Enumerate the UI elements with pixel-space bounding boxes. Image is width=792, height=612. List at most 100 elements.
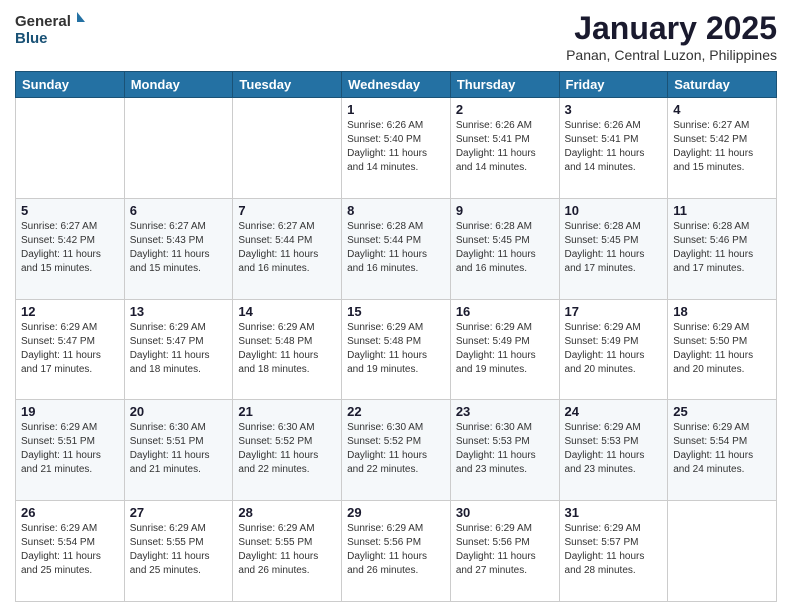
- day-cell-20: 20Sunrise: 6:30 AMSunset: 5:51 PMDayligh…: [124, 400, 233, 501]
- svg-text:Blue: Blue: [15, 30, 48, 47]
- col-header-sunday: Sunday: [16, 72, 125, 98]
- day-cell-15: 15 Sunrise: 6:29 AMSunset: 5:48 PMDayligh…: [342, 299, 451, 400]
- day-number-30: 30: [456, 505, 554, 520]
- day-cell-27: 27Sunrise: 6:29 AMSunset: 5:55 PMDayligh…: [124, 501, 233, 602]
- day-cell-26: 26 Sunrise: 6:29 AMSunset: 5:54 PMDayligh…: [16, 501, 125, 602]
- day-cell-5: 5Sunrise: 6:27 AMSunset: 5:42 PMDaylight…: [16, 198, 125, 299]
- day-cell-16: 16 Sunrise: 6:29 AMSunset: 5:49 PMDayligh…: [450, 299, 559, 400]
- day-cell-8: 8Sunrise: 6:28 AMSunset: 5:44 PMDaylight…: [342, 198, 451, 299]
- day-cell-10: 10 Sunrise: 6:28 AMSunset: 5:45 PMDayligh…: [559, 198, 668, 299]
- day-info-5: Sunrise: 6:27 AMSunset: 5:42 PMDaylight:…: [21, 220, 119, 276]
- empty-cell-w0-d2: [233, 98, 342, 199]
- day-cell-21: 21Sunrise: 6:30 AMSunset: 5:52 PMDayligh…: [233, 400, 342, 501]
- day-cell-6: 6 Sunrise: 6:27 AMSunset: 5:43 PMDaylight…: [124, 198, 233, 299]
- logo: General Blue: [15, 10, 85, 48]
- day-cell-12: 12Sunrise: 6:29 AMSunset: 5:47 PMDayligh…: [16, 299, 125, 400]
- svg-text:General: General: [15, 13, 71, 30]
- day-info-17: Sunrise: 6:29 AMSunset: 5:49 PMDaylight:…: [565, 321, 663, 377]
- day-number-15: 15: [347, 304, 445, 319]
- day-number-1: 1: [347, 102, 445, 117]
- day-cell-1: 1 Sunrise: 6:26 AMSunset: 5:40 PMDaylight…: [342, 98, 451, 199]
- col-header-tuesday: Tuesday: [233, 72, 342, 98]
- day-number-25: 25: [673, 404, 771, 419]
- day-info-14: Sunrise: 6:29 AMSunset: 5:48 PMDaylight:…: [238, 321, 336, 377]
- day-number-2: 2: [456, 102, 554, 117]
- day-info-30: Sunrise: 6:29 AMSunset: 5:56 PMDaylight:…: [456, 522, 554, 578]
- day-number-31: 31: [565, 505, 663, 520]
- header: General Blue January 2025 Panan, Central…: [15, 10, 777, 63]
- page: General Blue January 2025 Panan, Central…: [0, 0, 792, 612]
- day-info-4: Sunrise: 6:27 AMSunset: 5:42 PMDaylight:…: [673, 119, 771, 175]
- day-number-7: 7: [238, 203, 336, 218]
- day-info-23: Sunrise: 6:30 AMSunset: 5:53 PMDaylight:…: [456, 421, 554, 477]
- title-block: January 2025 Panan, Central Luzon, Phili…: [566, 10, 777, 63]
- day-cell-25: 25 Sunrise: 6:29 AMSunset: 5:54 PMDayligh…: [668, 400, 777, 501]
- day-info-24: Sunrise: 6:29 AMSunset: 5:53 PMDaylight:…: [565, 421, 663, 477]
- day-info-15: Sunrise: 6:29 AMSunset: 5:48 PMDaylight:…: [347, 321, 445, 377]
- col-header-wednesday: Wednesday: [342, 72, 451, 98]
- day-number-28: 28: [238, 505, 336, 520]
- day-info-10: Sunrise: 6:28 AMSunset: 5:45 PMDaylight:…: [565, 220, 663, 276]
- day-cell-18: 18 Sunrise: 6:29 AMSunset: 5:50 PMDayligh…: [668, 299, 777, 400]
- day-cell-24: 24 Sunrise: 6:29 AMSunset: 5:53 PMDayligh…: [559, 400, 668, 501]
- empty-cell-w0-d0: [16, 98, 125, 199]
- day-number-11: 11: [673, 203, 771, 218]
- day-info-18: Sunrise: 6:29 AMSunset: 5:50 PMDaylight:…: [673, 321, 771, 377]
- day-number-22: 22: [347, 404, 445, 419]
- day-info-26: Sunrise: 6:29 AMSunset: 5:54 PMDaylight:…: [21, 522, 119, 578]
- day-info-19: Sunrise: 6:29 AMSunset: 5:51 PMDaylight:…: [21, 421, 119, 477]
- day-info-1: Sunrise: 6:26 AMSunset: 5:40 PMDaylight:…: [347, 119, 445, 175]
- day-number-6: 6: [130, 203, 228, 218]
- day-number-8: 8: [347, 203, 445, 218]
- day-cell-28: 28 Sunrise: 6:29 AMSunset: 5:55 PMDayligh…: [233, 501, 342, 602]
- day-number-16: 16: [456, 304, 554, 319]
- day-info-3: Sunrise: 6:26 AMSunset: 5:41 PMDaylight:…: [565, 119, 663, 175]
- day-cell-9: 9Sunrise: 6:28 AMSunset: 5:45 PMDaylight…: [450, 198, 559, 299]
- day-cell-30: 30 Sunrise: 6:29 AMSunset: 5:56 PMDayligh…: [450, 501, 559, 602]
- day-cell-13: 13 Sunrise: 6:29 AMSunset: 5:47 PMDayligh…: [124, 299, 233, 400]
- day-number-26: 26: [21, 505, 119, 520]
- day-info-11: Sunrise: 6:28 AMSunset: 5:46 PMDaylight:…: [673, 220, 771, 276]
- day-number-18: 18: [673, 304, 771, 319]
- day-cell-4: 4 Sunrise: 6:27 AMSunset: 5:42 PMDaylight…: [668, 98, 777, 199]
- day-info-25: Sunrise: 6:29 AMSunset: 5:54 PMDaylight:…: [673, 421, 771, 477]
- day-cell-2: 2 Sunrise: 6:26 AMSunset: 5:41 PMDaylight…: [450, 98, 559, 199]
- day-info-6: Sunrise: 6:27 AMSunset: 5:43 PMDaylight:…: [130, 220, 228, 276]
- day-info-27: Sunrise: 6:29 AMSunset: 5:55 PMDaylight:…: [130, 522, 228, 578]
- day-info-28: Sunrise: 6:29 AMSunset: 5:55 PMDaylight:…: [238, 522, 336, 578]
- day-number-24: 24: [565, 404, 663, 419]
- day-number-13: 13: [130, 304, 228, 319]
- day-info-31: Sunrise: 6:29 AMSunset: 5:57 PMDaylight:…: [565, 522, 663, 578]
- main-title: January 2025: [566, 10, 777, 47]
- day-cell-11: 11 Sunrise: 6:28 AMSunset: 5:46 PMDayligh…: [668, 198, 777, 299]
- day-cell-3: 3Sunrise: 6:26 AMSunset: 5:41 PMDaylight…: [559, 98, 668, 199]
- col-header-thursday: Thursday: [450, 72, 559, 98]
- day-cell-23: 23 Sunrise: 6:30 AMSunset: 5:53 PMDayligh…: [450, 400, 559, 501]
- day-info-7: Sunrise: 6:27 AMSunset: 5:44 PMDaylight:…: [238, 220, 336, 276]
- day-info-29: Sunrise: 6:29 AMSunset: 5:56 PMDaylight:…: [347, 522, 445, 578]
- day-info-22: Sunrise: 6:30 AMSunset: 5:52 PMDaylight:…: [347, 421, 445, 477]
- day-number-29: 29: [347, 505, 445, 520]
- day-number-4: 4: [673, 102, 771, 117]
- week-row-4: 19Sunrise: 6:29 AMSunset: 5:51 PMDayligh…: [16, 400, 777, 501]
- empty-cell-w0-d1: [124, 98, 233, 199]
- logo-svg: General Blue: [15, 10, 85, 48]
- day-info-13: Sunrise: 6:29 AMSunset: 5:47 PMDaylight:…: [130, 321, 228, 377]
- day-info-16: Sunrise: 6:29 AMSunset: 5:49 PMDaylight:…: [456, 321, 554, 377]
- week-row-5: 26 Sunrise: 6:29 AMSunset: 5:54 PMDayligh…: [16, 501, 777, 602]
- day-info-20: Sunrise: 6:30 AMSunset: 5:51 PMDaylight:…: [130, 421, 228, 477]
- week-row-2: 5Sunrise: 6:27 AMSunset: 5:42 PMDaylight…: [16, 198, 777, 299]
- day-cell-19: 19Sunrise: 6:29 AMSunset: 5:51 PMDayligh…: [16, 400, 125, 501]
- day-info-2: Sunrise: 6:26 AMSunset: 5:41 PMDaylight:…: [456, 119, 554, 175]
- col-header-friday: Friday: [559, 72, 668, 98]
- day-cell-17: 17Sunrise: 6:29 AMSunset: 5:49 PMDayligh…: [559, 299, 668, 400]
- day-number-9: 9: [456, 203, 554, 218]
- day-info-21: Sunrise: 6:30 AMSunset: 5:52 PMDaylight:…: [238, 421, 336, 477]
- day-number-14: 14: [238, 304, 336, 319]
- day-number-10: 10: [565, 203, 663, 218]
- day-cell-31: 31 Sunrise: 6:29 AMSunset: 5:57 PMDayligh…: [559, 501, 668, 602]
- week-row-1: 1 Sunrise: 6:26 AMSunset: 5:40 PMDaylight…: [16, 98, 777, 199]
- day-number-23: 23: [456, 404, 554, 419]
- col-header-saturday: Saturday: [668, 72, 777, 98]
- calendar-table: SundayMondayTuesdayWednesdayThursdayFrid…: [15, 71, 777, 602]
